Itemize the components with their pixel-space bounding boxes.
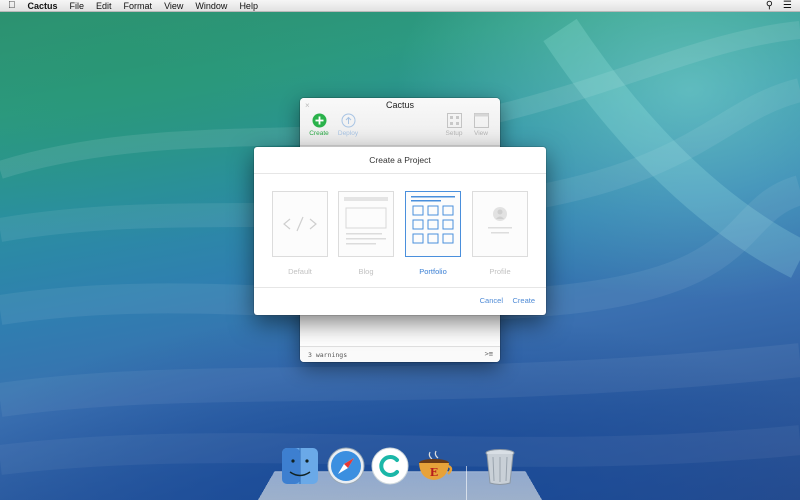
coffee-letter-icon: E xyxy=(430,466,438,479)
template-default-label: Default xyxy=(288,267,312,276)
toolbar-deploy-label: Deploy xyxy=(337,130,359,137)
create-project-sheet: Create a Project Default Blog Portfolio … xyxy=(254,147,546,315)
cactus-app-icon xyxy=(371,447,409,485)
menu-format[interactable]: Format xyxy=(124,0,153,12)
toolbar-create-label: Create xyxy=(309,130,329,137)
dock-coffee-icon[interactable]: E xyxy=(414,446,454,486)
template-portfolio-label: Portfolio xyxy=(419,267,447,276)
profile-avatar-icon xyxy=(488,207,512,234)
console-toggle-icon[interactable]: >≡ xyxy=(485,350,493,358)
window-titlebar: × Cactus Create Deploy Setup View xyxy=(300,98,500,146)
upload-icon xyxy=(341,113,355,128)
dock-trash-icon[interactable] xyxy=(480,446,520,486)
window-footer: 3 warnings >≡ xyxy=(300,346,500,362)
toolbar-setup-label: Setup xyxy=(445,130,463,137)
cancel-button[interactable]: Cancel xyxy=(480,296,503,305)
template-profile[interactable]: Profile xyxy=(472,191,528,276)
window-title: Cactus xyxy=(385,100,414,110)
view-window-icon xyxy=(473,113,489,128)
menu-edit[interactable]: Edit xyxy=(96,0,112,12)
dock-separator xyxy=(466,466,467,500)
menubar-extras: ⚲ ☰ xyxy=(756,0,792,12)
toolbar-setup-button[interactable]: Setup xyxy=(440,113,468,137)
menu-view[interactable]: View xyxy=(164,0,183,12)
menu-window[interactable]: Window xyxy=(195,0,227,12)
menu-app-name[interactable]: Cactus xyxy=(28,0,58,12)
toolbar-deploy-button[interactable]: Deploy xyxy=(334,113,362,137)
setup-grid-icon xyxy=(446,113,462,128)
apple-icon[interactable]:  xyxy=(8,0,16,12)
portfolio-grid-icon xyxy=(411,196,455,244)
template-profile-label: Profile xyxy=(489,267,511,276)
dock-cactus-icon[interactable] xyxy=(370,446,410,486)
dock-safari-icon[interactable] xyxy=(326,446,366,486)
sheet-title: Create a Project xyxy=(254,147,546,174)
toolbar-view-button[interactable]: View xyxy=(467,113,495,137)
template-default[interactable]: Default xyxy=(272,191,328,276)
safari-compass-icon xyxy=(327,447,365,485)
template-profile-thumbnail xyxy=(472,191,528,257)
finder-icon xyxy=(282,448,318,484)
dock-finder-icon[interactable] xyxy=(280,446,320,486)
template-blog-thumbnail xyxy=(338,191,394,257)
create-button[interactable]: Create xyxy=(512,296,535,305)
menu-file[interactable]: File xyxy=(70,0,85,12)
template-portfolio[interactable]: Portfolio xyxy=(405,191,461,276)
blog-layout-icon xyxy=(344,197,388,245)
template-blog-label: Blog xyxy=(358,267,374,276)
toolbar-view-label: View xyxy=(474,130,488,137)
trash-can-icon xyxy=(485,449,515,485)
menu-bar:  Cactus File Edit Format View Window He… xyxy=(0,0,800,12)
plus-circle-icon xyxy=(312,113,326,128)
template-portfolio-thumbnail xyxy=(405,191,461,257)
notification-list-icon[interactable]: ☰ xyxy=(783,0,792,12)
search-icon[interactable]: ⚲ xyxy=(766,0,773,12)
template-blog[interactable]: Blog xyxy=(338,191,394,276)
menu-help[interactable]: Help xyxy=(239,0,258,12)
code-icon xyxy=(283,216,317,232)
coffee-cup-icon: E xyxy=(419,450,453,480)
warnings-status[interactable]: 3 warnings xyxy=(308,351,347,359)
toolbar-create-button[interactable]: Create xyxy=(305,113,333,137)
template-picker: Default Blog Portfolio Profile xyxy=(254,174,546,288)
template-default-thumbnail xyxy=(272,191,328,257)
sheet-actions: Cancel Create xyxy=(254,288,546,314)
